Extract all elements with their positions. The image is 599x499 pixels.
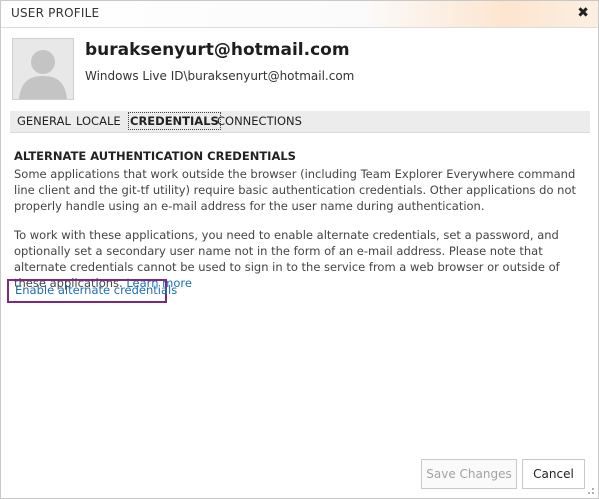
profile-name: buraksenyurt@hotmail.com bbox=[85, 40, 350, 60]
resize-grip-icon[interactable] bbox=[585, 485, 595, 495]
dialog-title: USER PROFILE bbox=[11, 6, 100, 20]
avatar bbox=[12, 38, 74, 100]
description-paragraph-1: Some applications that work outside the … bbox=[14, 167, 576, 213]
section-heading: ALTERNATE AUTHENTICATION CREDENTIALS bbox=[14, 149, 296, 163]
user-profile-dialog: USER PROFILE ✖ buraksenyurt@hotmail.com … bbox=[0, 0, 599, 499]
tab-locale[interactable]: LOCALE bbox=[76, 114, 121, 128]
tab-general[interactable]: GENERAL bbox=[17, 114, 71, 128]
person-silhouette-icon bbox=[13, 39, 73, 99]
save-changes-button[interactable]: Save Changes bbox=[421, 459, 517, 489]
cancel-button[interactable]: Cancel bbox=[522, 459, 585, 489]
tab-connections[interactable]: CONNECTIONS bbox=[217, 114, 302, 128]
tab-bar: GENERAL LOCALE CREDENTIALS CONNECTIONS bbox=[10, 111, 590, 133]
tab-credentials[interactable]: CREDENTIALS bbox=[128, 112, 221, 130]
enable-alternate-credentials-link[interactable]: Enable alternate credentials bbox=[15, 283, 177, 297]
title-bar: USER PROFILE ✖ bbox=[1, 1, 598, 28]
profile-account-id: Windows Live ID\buraksenyurt@hotmail.com bbox=[85, 69, 355, 83]
close-icon[interactable]: ✖ bbox=[577, 5, 589, 21]
